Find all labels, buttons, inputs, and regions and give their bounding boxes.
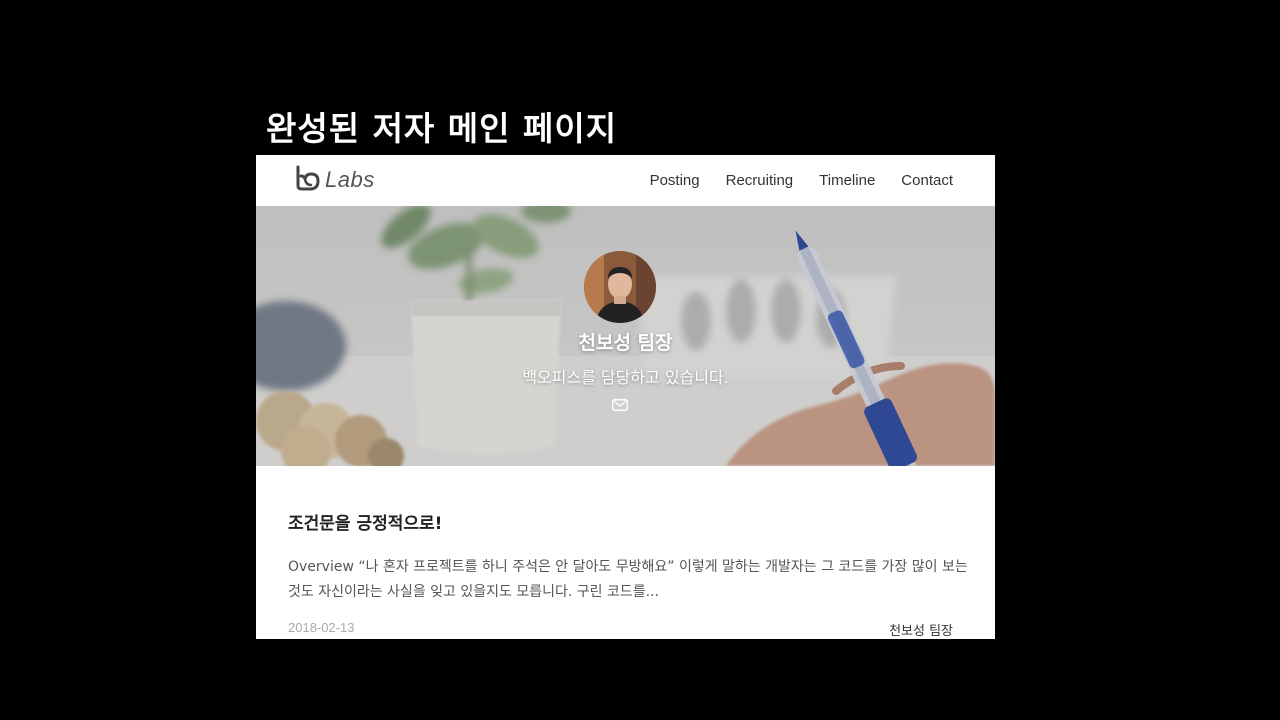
post-title[interactable]: 조건문을 긍정적으로! bbox=[288, 509, 442, 534]
nav-recruiting[interactable]: Recruiting bbox=[726, 172, 794, 189]
mail-icon[interactable] bbox=[612, 399, 628, 411]
site-logo[interactable]: Labs bbox=[293, 163, 375, 193]
author-hero: 천보성 팀장 백오피스를 담당하고 있습니다. bbox=[256, 206, 995, 466]
author-description: 백오피스를 담당하고 있습니다. bbox=[522, 368, 729, 387]
author-name: 천보성 팀장 bbox=[578, 332, 673, 354]
post-author[interactable]: 천보성 팀장 bbox=[889, 620, 953, 639]
nav-timeline[interactable]: Timeline bbox=[819, 172, 875, 189]
post-excerpt[interactable]: Overview “나 혼자 프로젝트를 하니 주석은 안 달아도 무방해요” … bbox=[288, 555, 968, 605]
blog-page: Labs Posting Recruiting Timeline Contact bbox=[256, 155, 995, 639]
logo-text: Labs bbox=[325, 167, 375, 192]
post-date: 2018-02-13 bbox=[288, 620, 355, 635]
logo-icon bbox=[296, 165, 320, 191]
nav-posting[interactable]: Posting bbox=[650, 172, 700, 189]
top-navbar: Labs Posting Recruiting Timeline Contact bbox=[256, 155, 995, 206]
main-nav: Posting Recruiting Timeline Contact bbox=[650, 155, 953, 206]
slide-title: 완성된 저자 메인 페이지 bbox=[266, 109, 618, 148]
nav-contact[interactable]: Contact bbox=[901, 172, 953, 189]
author-avatar bbox=[584, 251, 656, 323]
